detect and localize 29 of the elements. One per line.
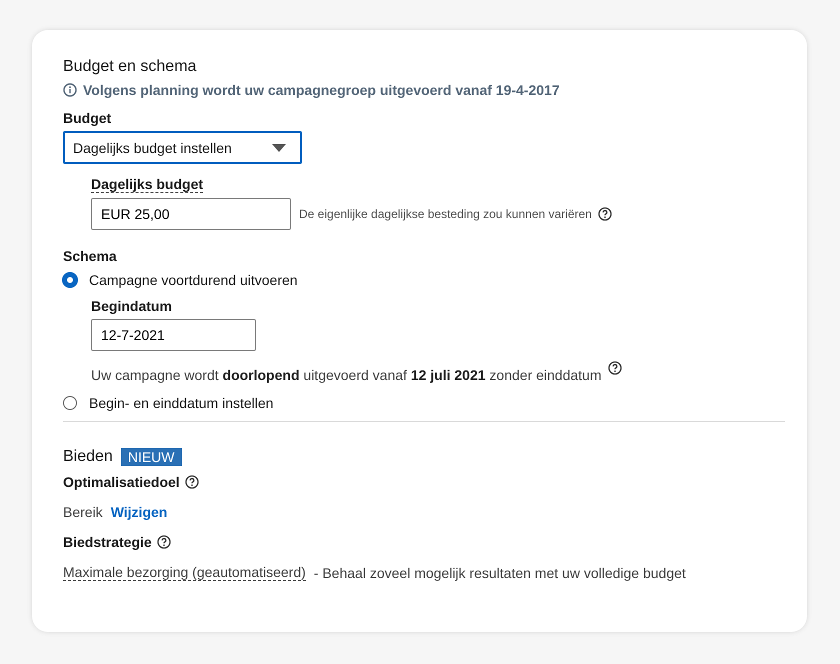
field-label: Begindatum [91, 298, 172, 314]
radio-label[interactable]: Campagne voortdurend uitvoeren [89, 272, 298, 288]
new-badge: NIEUW [120, 448, 182, 466]
radio-button[interactable] [63, 396, 77, 410]
field-label: Schema [63, 248, 117, 264]
date-field[interactable]: 12-7-2021 [91, 319, 256, 351]
strategy-term[interactable]: Maximale bezorging (geautomatiseerd) [63, 564, 306, 581]
section-title: Bieden [63, 448, 113, 466]
field-label: Dagelijks budget [91, 176, 204, 193]
field-label: Optimalisatiedoel [63, 474, 180, 490]
change-link[interactable]: Wijzigen [110, 504, 168, 520]
info-icon [63, 83, 77, 97]
section-title: Budget en schema [63, 58, 198, 76]
goal-value: Bereik [63, 504, 103, 520]
input-field[interactable]: EUR 25,00 [91, 198, 291, 230]
strategy-description: - Behaal zoveel mogelijk resultaten met uw volledige budget [314, 564, 686, 580]
help-icon[interactable] [156, 535, 171, 549]
budget-dropdown[interactable]: Dagelijks budget instellen [63, 131, 302, 164]
hint-text: De eigenlijke dagelijkse besteding zou kunnen variëren [299, 207, 592, 221]
help-icon[interactable] [608, 361, 622, 375]
radio-label[interactable]: Begin- en einddatum instellen [89, 395, 274, 411]
schedule-note: Uw campagne wordt doorlopend uitgevoerd vanaf 12 juli 2021 zonder einddatum [91, 367, 602, 383]
field-label: Budget [63, 110, 112, 126]
caret-icon [272, 144, 286, 152]
radio-button[interactable] [62, 272, 78, 288]
info-notice: Volgens planning wordt uw campagnegroep uitgevoerd vanaf 19-4-2017 [83, 82, 560, 98]
field-label: Biedstrategie [63, 534, 152, 550]
help-icon[interactable] [184, 475, 199, 489]
help-icon[interactable] [598, 207, 612, 221]
